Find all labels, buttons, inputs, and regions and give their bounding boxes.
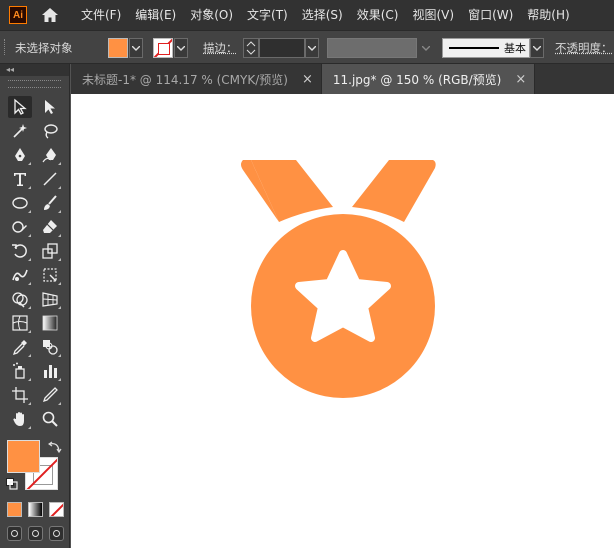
brush-stroke-preview: [449, 47, 499, 49]
draw-behind-icon: [32, 530, 39, 537]
eyedropper-tool-icon[interactable]: [8, 336, 32, 358]
draw-behind-button[interactable]: [28, 526, 43, 541]
curvature-tool-icon[interactable]: [38, 144, 62, 166]
default-fill-stroke-icon[interactable]: [6, 478, 18, 490]
menu-select[interactable]: 选择(S): [296, 0, 349, 30]
control-bar-grip[interactable]: [4, 39, 6, 55]
slice-tool-icon[interactable]: [38, 384, 62, 406]
gradient-tool-icon[interactable]: [38, 312, 62, 334]
perspective-grid-tool-icon[interactable]: [38, 288, 62, 310]
chevron-down-icon: [132, 45, 140, 51]
tab-11-jpg[interactable]: 11.jpg* @ 150 % (RGB/预览) ×: [321, 64, 536, 94]
direct-selection-tool-icon[interactable]: [38, 96, 62, 118]
draw-normal-button[interactable]: [7, 526, 22, 541]
tools-panel: ◂◂: [0, 64, 70, 548]
tools-grip[interactable]: [8, 80, 61, 88]
color-mode-button[interactable]: [7, 502, 22, 517]
brush-dropdown[interactable]: [530, 38, 544, 58]
draw-normal-icon: [11, 530, 18, 537]
brush-definition-label: 基本: [504, 42, 526, 55]
tab-untitled-1[interactable]: 未标题-1* @ 114.17 % (CMYK/预览) ×: [71, 64, 322, 94]
menu-object[interactable]: 对象(O): [184, 0, 239, 30]
chevron-down-icon: [177, 45, 185, 51]
menu-effect[interactable]: 效果(C): [351, 0, 405, 30]
menu-type[interactable]: 文字(T): [241, 0, 294, 30]
medal-ribbon-right: [352, 160, 436, 222]
app-logo: Ai: [9, 6, 27, 24]
chevron-down-icon: [308, 45, 316, 51]
lasso-tool-icon[interactable]: [38, 120, 62, 142]
none-mode-button[interactable]: [49, 502, 64, 517]
artboard-canvas[interactable]: [71, 94, 614, 548]
menu-file[interactable]: 文件(F): [75, 0, 127, 30]
fill-color-swatch[interactable]: [108, 38, 128, 58]
tools-collapse[interactable]: ◂◂: [0, 64, 69, 76]
medal-star-icon[interactable]: [71, 94, 614, 548]
variable-width-dropdown[interactable]: [418, 38, 434, 58]
mesh-tool-icon[interactable]: [8, 312, 32, 334]
menu-help[interactable]: 帮助(H): [521, 0, 575, 30]
chevron-down-icon: [533, 45, 541, 51]
menu-edit[interactable]: 编辑(E): [129, 0, 182, 30]
fill-dropdown[interactable]: [129, 38, 143, 58]
warp-tool-icon[interactable]: [8, 264, 32, 286]
chevron-down-icon: [422, 45, 430, 51]
ellipse-tool-icon[interactable]: [8, 192, 32, 214]
gradient-mode-button[interactable]: [28, 502, 43, 517]
main-menu: 文件(F) 编辑(E) 对象(O) 文字(T) 选择(S) 效果(C) 视图(V…: [75, 0, 578, 30]
stroke-weight-spinner[interactable]: [243, 38, 259, 58]
stroke-dropdown[interactable]: [174, 38, 188, 58]
paintbrush-tool-icon[interactable]: [38, 192, 62, 214]
spinner-arrows-icon: [246, 41, 256, 55]
scale-tool-icon[interactable]: [38, 240, 62, 262]
magic-wand-tool-icon[interactable]: [8, 120, 32, 142]
document-tabs: 未标题-1* @ 114.17 % (CMYK/预览) × 11.jpg* @ …: [71, 64, 614, 94]
stroke-weight-dropdown[interactable]: [305, 38, 319, 58]
draw-mode-buttons: [7, 526, 64, 541]
selection-tool-icon[interactable]: [8, 96, 32, 118]
shaper-tool-icon[interactable]: [8, 216, 32, 238]
menu-window[interactable]: 窗口(W): [462, 0, 519, 30]
menu-view[interactable]: 视图(V): [406, 0, 460, 30]
draw-inside-icon: [53, 530, 60, 537]
brush-definition[interactable]: 基本: [442, 38, 530, 58]
selection-status: 未选择对象: [15, 41, 73, 55]
stroke-color-swatch[interactable]: [153, 38, 173, 58]
column-graph-tool-icon[interactable]: [38, 360, 62, 382]
blend-tool-icon[interactable]: [38, 336, 62, 358]
rotate-tool-icon[interactable]: [8, 240, 32, 262]
tab-label: 11.jpg* @ 150 % (RGB/预览): [332, 72, 502, 87]
shape-builder-tool-icon[interactable]: [8, 288, 32, 310]
symbol-sprayer-tool-icon[interactable]: [8, 360, 32, 382]
stroke-label[interactable]: 描边：: [203, 40, 238, 56]
swap-fill-stroke-icon[interactable]: [48, 440, 62, 454]
line-segment-tool-icon[interactable]: [38, 168, 62, 190]
type-tool-icon[interactable]: [8, 168, 32, 190]
stroke-weight-input[interactable]: [259, 38, 305, 58]
free-transform-tool-icon[interactable]: [38, 264, 62, 286]
home-icon[interactable]: [39, 4, 61, 26]
close-icon[interactable]: ×: [515, 72, 526, 87]
hand-tool-icon[interactable]: [8, 408, 32, 430]
variable-width-profile[interactable]: [327, 38, 417, 58]
eraser-tool-icon[interactable]: [38, 216, 62, 238]
artboard-tool-icon[interactable]: [8, 384, 32, 406]
pen-tool-icon[interactable]: [8, 144, 32, 166]
control-bar: 未选择对象 描边： 基本 不透明度：: [0, 30, 614, 64]
menu-bar: Ai 文件(F) 编辑(E) 对象(O) 文字(T) 选择(S) 效果(C) 视…: [0, 0, 614, 30]
tab-label: 未标题-1* @ 114.17 % (CMYK/预览): [82, 72, 288, 87]
opacity-label[interactable]: 不透明度：: [555, 40, 613, 56]
close-icon[interactable]: ×: [302, 72, 313, 87]
draw-inside-button[interactable]: [49, 526, 64, 541]
fill-color-box[interactable]: [7, 440, 40, 473]
color-mode-buttons: [7, 502, 64, 517]
zoom-tool-icon[interactable]: [38, 408, 62, 430]
